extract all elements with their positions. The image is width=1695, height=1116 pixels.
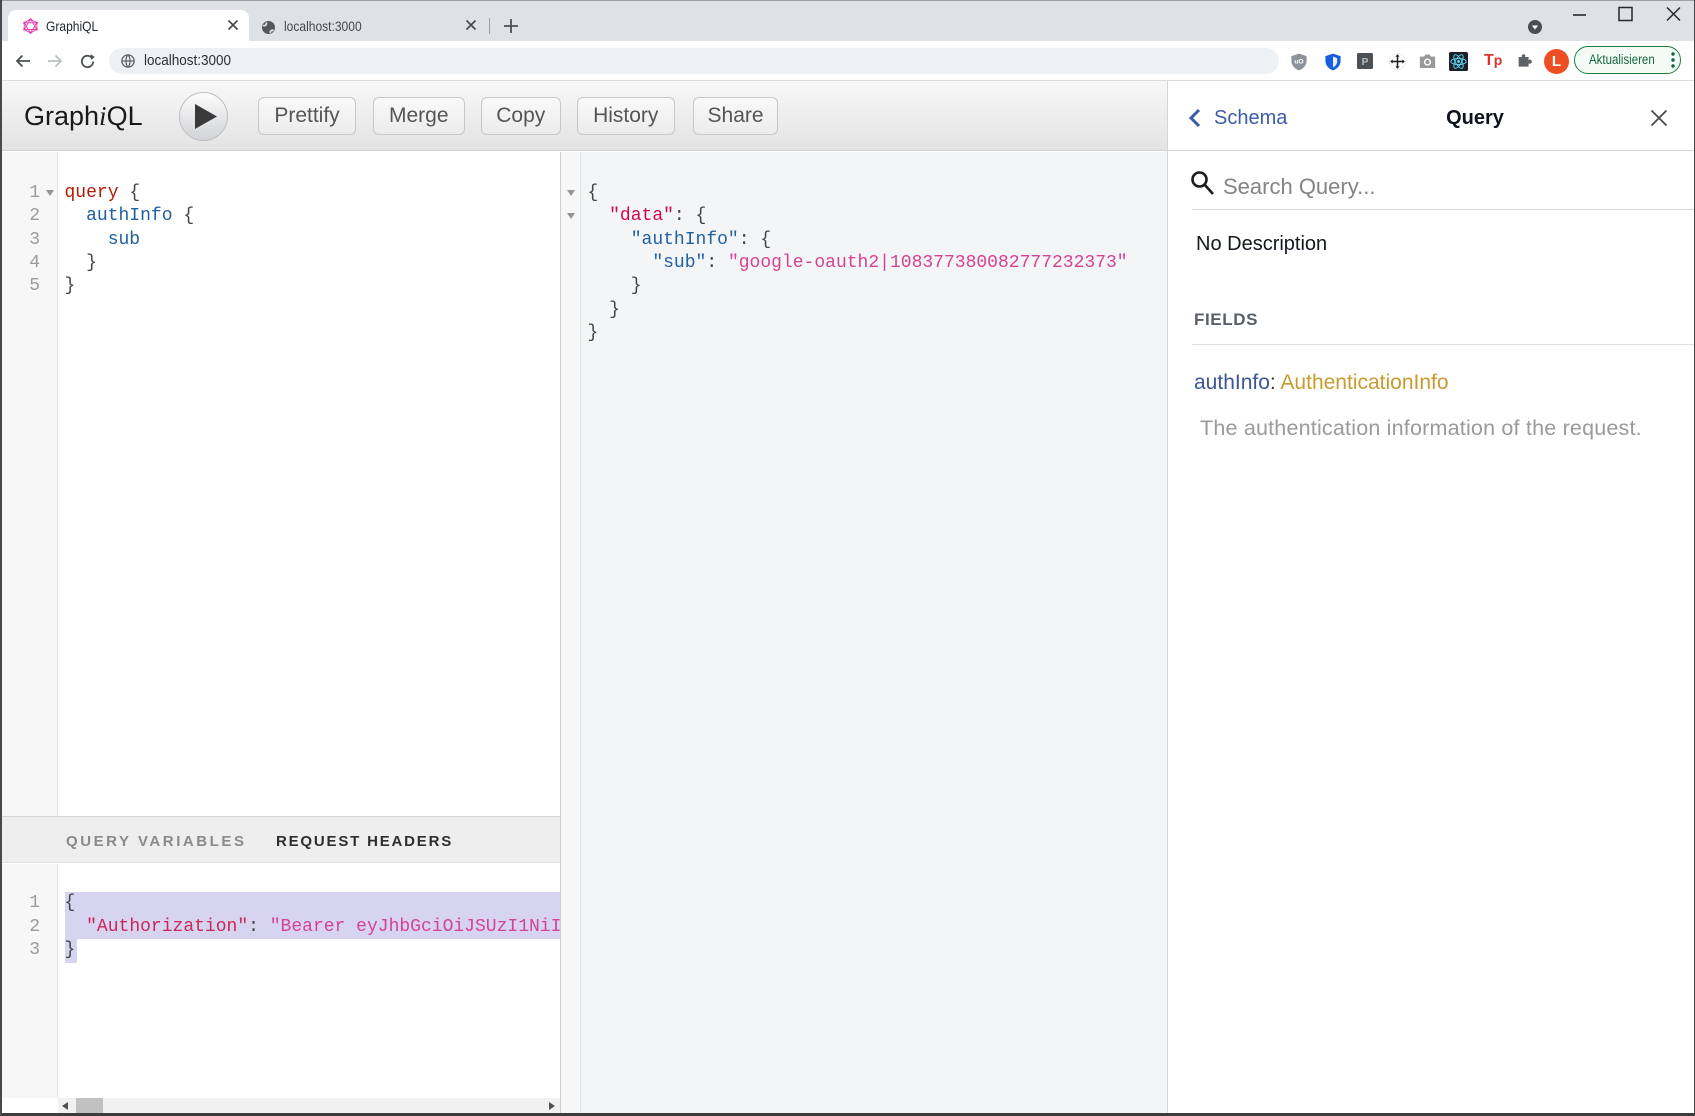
svg-text:P: P [1362,57,1369,68]
svg-text:uO: uO [1294,58,1303,65]
